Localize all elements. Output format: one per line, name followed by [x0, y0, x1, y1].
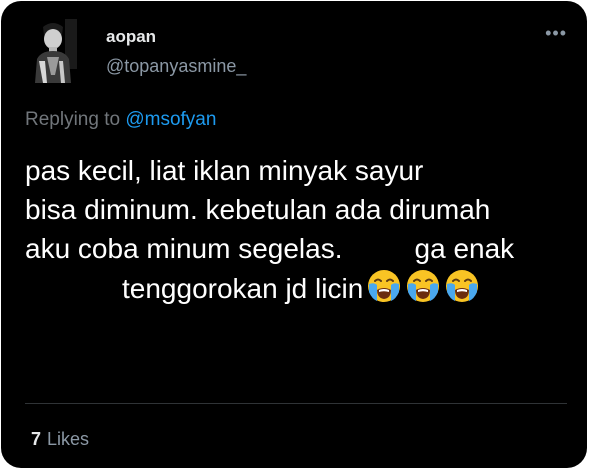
- tweet-text: pas kecil, liat iklan minyak sayur bisa …: [25, 151, 573, 308]
- tweet-line-part: tenggorokan jd licin: [122, 273, 364, 304]
- replying-to-label: Replying to: [25, 109, 121, 130]
- author-name[interactable]: aopan: [106, 27, 156, 47]
- tweet-line: bisa diminum. kebetulan ada dirumah: [25, 194, 491, 225]
- replying-to: Replying to @msofyan: [25, 109, 216, 131]
- author-handle[interactable]: @topanyasmine_: [106, 56, 246, 77]
- author-avatar[interactable]: [25, 17, 81, 83]
- tweet-line: aku coba minum segelas. ga enak: [25, 229, 573, 268]
- tweet-line-part: ga enak: [414, 233, 515, 264]
- loudly-crying-face-emoji: [366, 268, 402, 304]
- likes-count: 7: [31, 429, 42, 449]
- divider: [25, 403, 567, 404]
- emoji-row: [363, 270, 480, 304]
- tweet-line: tenggorokan jd licin: [25, 268, 573, 308]
- tweet-card: aopan @topanyasmine_ ••• Replying to @ms…: [1, 1, 587, 468]
- loudly-crying-face-emoji: [405, 268, 441, 304]
- more-options-icon[interactable]: •••: [545, 23, 567, 44]
- person-avatar-icon: [25, 17, 81, 83]
- tweet-line-part: aku coba minum segelas.: [25, 233, 343, 264]
- likes-stat[interactable]: 7 Likes: [31, 429, 89, 450]
- loudly-crying-face-emoji: [444, 268, 480, 304]
- reply-mention-link[interactable]: @msofyan: [125, 109, 216, 130]
- likes-label: Likes: [47, 429, 90, 449]
- tweet-line: pas kecil, liat iklan minyak sayur: [25, 155, 424, 186]
